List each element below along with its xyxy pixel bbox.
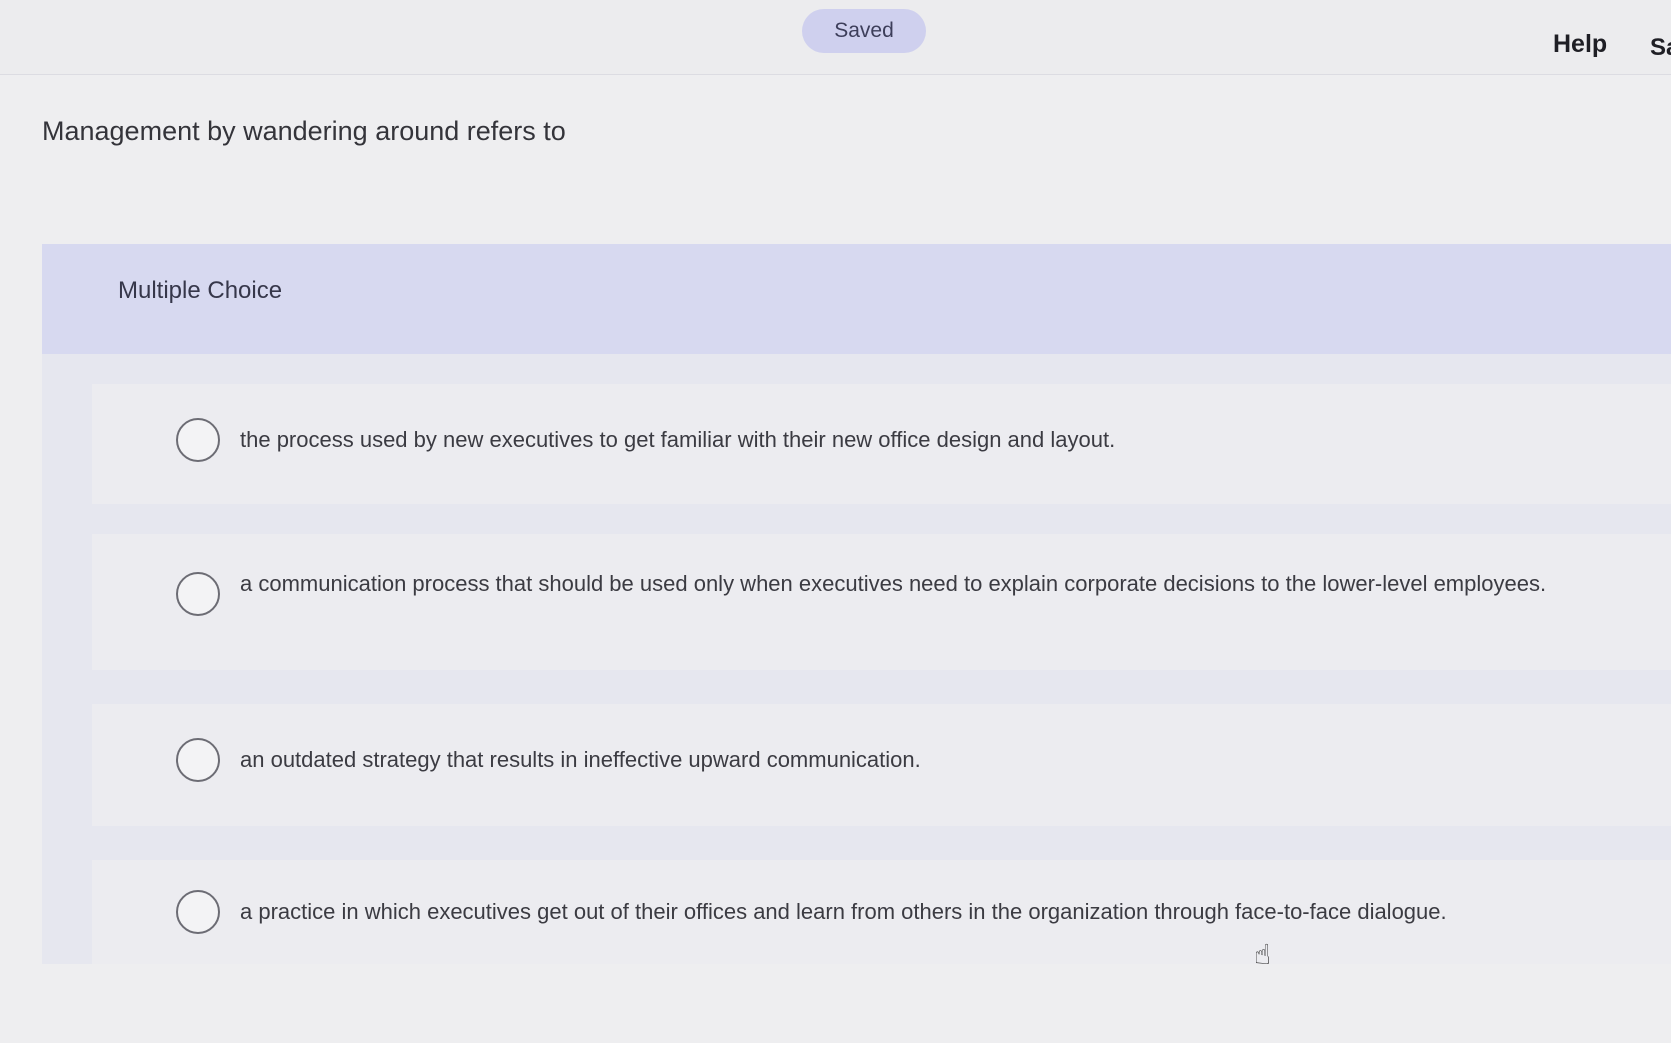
saved-status-badge: Saved	[802, 9, 926, 53]
answer-option-text[interactable]: a practice in which executives get out o…	[240, 896, 1580, 927]
radio-button-icon[interactable]	[176, 890, 220, 934]
answer-option-text[interactable]: the process used by new executives to ge…	[240, 424, 1580, 455]
top-bar: Saved Help Sa	[0, 0, 1671, 75]
answer-option-1[interactable]: the process used by new executives to ge…	[92, 384, 1671, 504]
question-text: Management by wandering around refers to	[42, 116, 566, 146]
save-link[interactable]: Sa	[1650, 34, 1671, 62]
answer-option-text[interactable]: an outdated strategy that results in ine…	[240, 744, 1580, 775]
radio-button-icon[interactable]	[176, 418, 220, 462]
radio-button-icon[interactable]	[176, 738, 220, 782]
answer-option-2[interactable]: a communication process that should be u…	[92, 534, 1671, 670]
multiple-choice-label: Multiple Choice	[118, 277, 283, 304]
hand-pointer-cursor-icon: ☝	[1254, 939, 1272, 970]
answer-option-4[interactable]: a practice in which executives get out o…	[92, 860, 1671, 964]
answer-option-text[interactable]: a communication process that should be u…	[240, 568, 1580, 599]
answer-option-3[interactable]: an outdated strategy that results in ine…	[92, 704, 1671, 826]
multiple-choice-panel: Multiple Choice the process used by new …	[42, 244, 1671, 964]
radio-button-icon[interactable]	[176, 572, 220, 616]
multiple-choice-header: Multiple Choice	[42, 244, 1671, 354]
help-link[interactable]: Help	[1553, 30, 1607, 59]
